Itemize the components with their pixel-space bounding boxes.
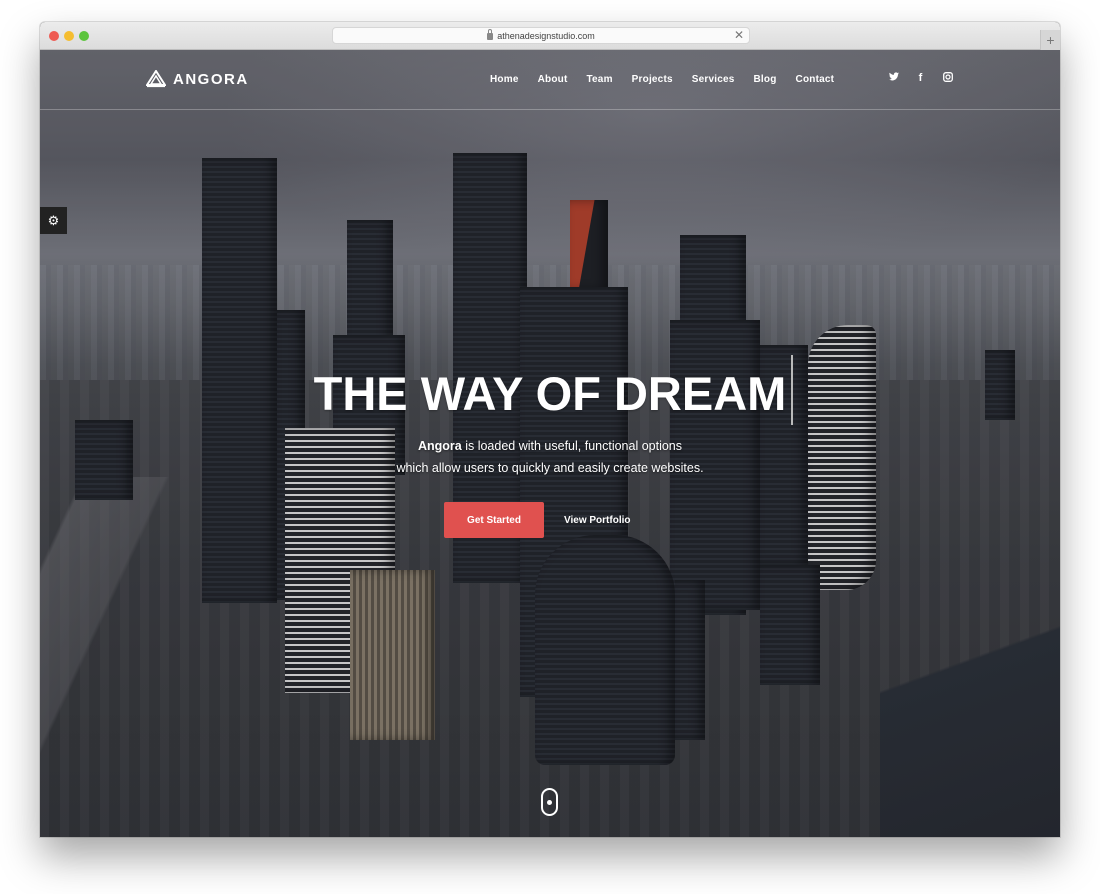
site-logo[interactable]: ANGORA (146, 70, 249, 88)
address-bar[interactable]: athenadesignstudio.com ✕ (332, 27, 750, 44)
typing-cursor (791, 355, 793, 425)
nav-home[interactable]: Home (490, 74, 519, 85)
angora-logo-icon (146, 70, 166, 88)
gears-icon: ⚙ (47, 212, 60, 228)
mouse-scroll-icon (547, 799, 552, 805)
url-text: athenadesignstudio.com (497, 30, 595, 41)
instagram-icon[interactable] (942, 72, 953, 85)
hero-headline: THE WAY OF DREAM (313, 367, 787, 420)
social-links: f (888, 72, 953, 85)
browser-window: athenadesignstudio.com ✕ + ANGORA Home A… (40, 22, 1060, 837)
hero-description: Angora is loaded with useful, functional… (40, 435, 1060, 479)
nav-services[interactable]: Services (692, 74, 735, 85)
close-window-button[interactable] (49, 31, 59, 41)
brand-emphasis: Angora (417, 439, 462, 453)
nav-blog[interactable]: Blog (754, 74, 777, 85)
new-tab-button[interactable]: + (1040, 30, 1060, 50)
nav-divider (40, 109, 1060, 110)
maximize-window-button[interactable] (79, 31, 89, 41)
browser-titlebar: athenadesignstudio.com ✕ + (40, 22, 1060, 50)
nav-team[interactable]: Team (586, 74, 612, 85)
main-nav: Home About Team Projects Services Blog C… (490, 74, 853, 85)
nav-about[interactable]: About (538, 74, 568, 85)
scroll-down-indicator[interactable] (541, 788, 558, 816)
minimize-window-button[interactable] (64, 31, 74, 41)
nav-contact[interactable]: Contact (796, 74, 835, 85)
hero-description-line-1: Angora is loaded with useful, functional… (40, 435, 1060, 457)
view-portfolio-link[interactable]: View Portfolio (560, 502, 635, 538)
hero-section: ANGORA Home About Team Projects Services… (40, 50, 1060, 837)
twitter-icon[interactable] (888, 72, 899, 85)
description-text: is loaded with useful, functional option… (461, 439, 683, 453)
nav-projects[interactable]: Projects (632, 74, 673, 85)
hero-description-line-2: which allow users to quickly and easily … (396, 461, 704, 475)
brand-name: ANGORA (173, 70, 249, 88)
close-icon[interactable]: ✕ (734, 28, 744, 42)
facebook-icon[interactable]: f (915, 72, 926, 85)
settings-panel-toggle[interactable]: ⚙ (40, 207, 67, 234)
lock-icon (487, 29, 494, 40)
get-started-button[interactable]: Get Started (444, 502, 544, 538)
